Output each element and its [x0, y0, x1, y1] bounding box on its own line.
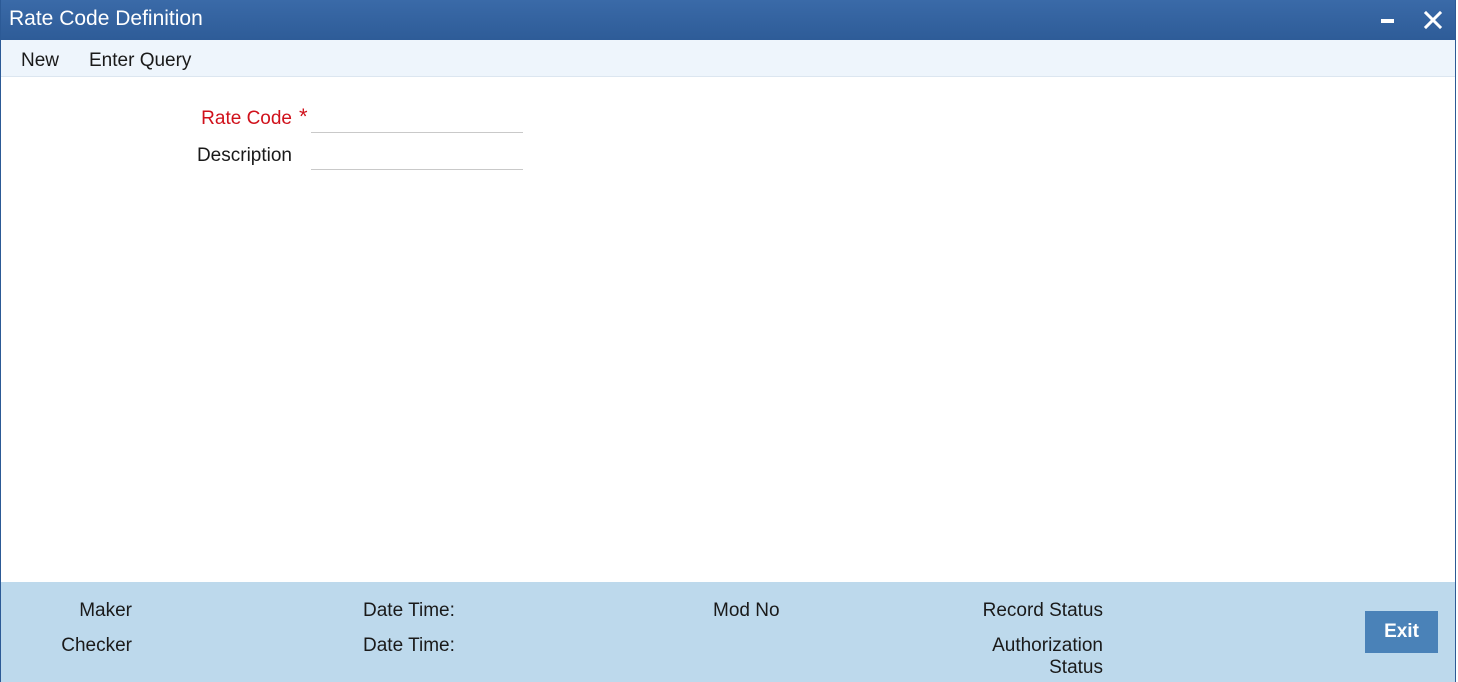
close-button[interactable] — [1419, 6, 1447, 34]
new-button[interactable]: New — [21, 50, 59, 72]
toolbar: New Enter Query — [1, 40, 1455, 77]
exit-button[interactable]: Exit — [1365, 611, 1438, 653]
maker-date-time-label: Date Time: — [363, 600, 455, 621]
mod-no-label: Mod No — [713, 600, 780, 621]
enter-query-button[interactable]: Enter Query — [89, 50, 191, 72]
audit-footer: Maker Checker Date Time: Date Time: Mod … — [1, 582, 1455, 682]
minimize-icon — [1381, 19, 1394, 23]
close-icon — [1423, 10, 1443, 30]
authorization-status-label: Authorization Status — [992, 635, 1103, 678]
description-input[interactable] — [311, 144, 523, 170]
checker-date-time-label: Date Time: — [363, 635, 455, 656]
maker-label: Maker — [79, 600, 132, 621]
description-label: Description — [196, 145, 292, 166]
minimize-button[interactable] — [1373, 6, 1401, 34]
rate-code-input[interactable] — [311, 107, 523, 133]
rate-code-label: Rate Code — [201, 108, 292, 129]
required-marker: * — [299, 104, 308, 129]
window-title: Rate Code Definition — [9, 7, 203, 30]
checker-label: Checker — [61, 635, 132, 656]
rate-code-definition-window: Rate Code Definition New Enter Query Rat… — [0, 0, 1456, 682]
record-status-label: Record Status — [982, 600, 1103, 621]
title-bar: Rate Code Definition — [1, 0, 1455, 40]
